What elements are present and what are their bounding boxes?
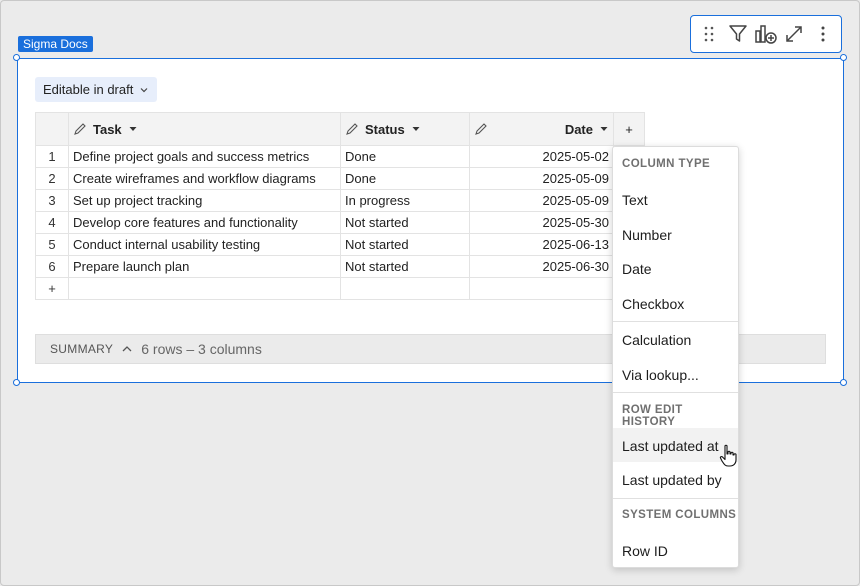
column-header-label: Status (365, 121, 405, 137)
resize-handle-bottom-left[interactable] (13, 379, 20, 386)
pencil-icon (346, 123, 358, 135)
table-row[interactable]: 3 Set up project tracking In progress 20… (35, 189, 645, 212)
menu-item-last-updated-by[interactable]: Last updated by (622, 472, 722, 488)
row-number: 6 (35, 255, 69, 278)
task-cell[interactable]: Develop core features and functionality (68, 211, 341, 234)
caret-down-icon[interactable] (128, 125, 138, 133)
date-cell[interactable]: 2025-06-30 (469, 255, 614, 278)
menu-item-number[interactable]: Number (622, 227, 672, 243)
menu-divider (613, 321, 738, 322)
menu-item-last-updated-at[interactable]: Last updated at (622, 438, 719, 454)
add-row-button[interactable]: + (35, 277, 69, 300)
task-cell[interactable]: Prepare launch plan (68, 255, 341, 278)
status-cell[interactable]: Not started (340, 255, 470, 278)
date-cell[interactable]: 2025-05-30 (469, 211, 614, 234)
column-header-task[interactable]: Task (68, 112, 341, 146)
table-row[interactable]: 5 Conduct internal usability testing Not… (35, 233, 645, 256)
pencil-icon (475, 123, 487, 135)
status-cell[interactable]: In progress (340, 189, 470, 212)
column-header-label: Task (93, 121, 122, 137)
task-cell[interactable]: Set up project tracking (68, 189, 341, 212)
date-cell[interactable]: 2025-05-02 (469, 145, 614, 168)
filter-icon[interactable] (724, 20, 752, 48)
menu-item-row-id[interactable]: Row ID (622, 543, 668, 559)
status-cell[interactable]: Not started (340, 233, 470, 256)
row-number-header (35, 112, 69, 146)
menu-divider (613, 392, 738, 393)
status-cell[interactable]: Not started (340, 211, 470, 234)
status-cell[interactable]: Done (340, 145, 470, 168)
summary-info: 6 rows – 3 columns (141, 341, 262, 357)
menu-item-date[interactable]: Date (622, 261, 652, 277)
task-cell[interactable]: Create wireframes and workflow diagrams (68, 167, 341, 190)
summary-label: SUMMARY (50, 342, 114, 356)
resize-handle-top-right[interactable] (840, 54, 847, 61)
workbook-tag[interactable]: Sigma Docs (18, 36, 93, 52)
table-row[interactable]: 4 Develop core features and functionalit… (35, 211, 645, 234)
date-cell[interactable]: 2025-06-13 (469, 233, 614, 256)
column-header-date[interactable]: Date (469, 112, 614, 146)
expand-icon[interactable] (780, 20, 808, 48)
table-row[interactable]: 1 Define project goals and success metri… (35, 145, 645, 168)
edit-mode-label: Editable in draft (43, 82, 134, 97)
menu-section-row-edit-history: ROW EDIT HISTORY (622, 404, 683, 428)
menu-item-text[interactable]: Text (622, 192, 648, 208)
drag-handle-icon[interactable] (695, 20, 723, 48)
row-number: 4 (35, 211, 69, 234)
menu-item-checkbox[interactable]: Checkbox (622, 296, 684, 312)
more-vertical-icon[interactable] (809, 20, 837, 48)
menu-section-system-columns: SYSTEM COLUMNS (622, 509, 737, 521)
task-cell[interactable]: Conduct internal usability testing (68, 233, 341, 256)
table-row[interactable]: 6 Prepare launch plan Not started 2025-0… (35, 255, 645, 278)
add-chart-icon[interactable] (752, 20, 780, 48)
chevron-up-icon[interactable] (121, 344, 133, 354)
pencil-icon (74, 123, 86, 135)
row-number: 5 (35, 233, 69, 256)
empty-cell[interactable] (68, 277, 341, 300)
menu-item-calculation[interactable]: Calculation (622, 332, 691, 348)
column-header-label: Date (564, 121, 593, 137)
row-number: 3 (35, 189, 69, 212)
menu-divider (613, 498, 738, 499)
table-row[interactable]: 2 Create wireframes and workflow diagram… (35, 167, 645, 190)
chevron-down-icon (140, 87, 148, 92)
row-number: 2 (35, 167, 69, 190)
date-cell[interactable]: 2025-05-09 (469, 189, 614, 212)
empty-cell[interactable] (340, 277, 470, 300)
hand-cursor-icon (719, 444, 737, 467)
menu-item-via-lookup[interactable]: Via lookup... (622, 367, 699, 383)
status-cell[interactable]: Done (340, 167, 470, 190)
resize-handle-top-left[interactable] (13, 54, 20, 61)
column-header-status[interactable]: Status (340, 112, 470, 146)
caret-down-icon[interactable] (599, 125, 609, 133)
edit-mode-dropdown[interactable]: Editable in draft (35, 77, 158, 102)
element-toolbar (690, 15, 842, 53)
menu-section-column-type: COLUMN TYPE (622, 158, 711, 170)
row-number: 1 (35, 145, 69, 168)
add-row[interactable]: + (35, 277, 645, 300)
empty-cell[interactable] (469, 277, 614, 300)
data-table: Task Status Date + 1 Define project goal… (35, 112, 645, 300)
date-cell[interactable]: 2025-05-09 (469, 167, 614, 190)
caret-down-icon[interactable] (411, 125, 421, 133)
task-cell[interactable]: Define project goals and success metrics (68, 145, 341, 168)
resize-handle-bottom-right[interactable] (840, 379, 847, 386)
add-column-button[interactable]: + (613, 112, 645, 146)
add-column-menu: COLUMN TYPE Text Number Date Checkbox Ca… (612, 146, 739, 568)
